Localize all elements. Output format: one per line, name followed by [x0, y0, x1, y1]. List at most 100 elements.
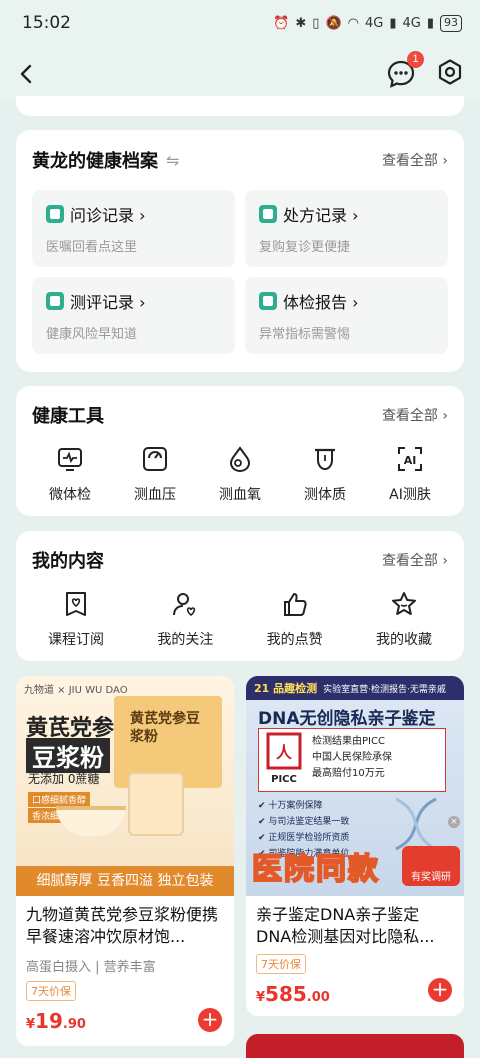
soy-bowl-image [56, 806, 126, 836]
tool-ai-skin[interactable]: AI AI测肤 [370, 444, 450, 504]
prescription-record-title: 处方记录 › [283, 206, 359, 225]
content-label: 我的关注 [157, 632, 214, 648]
product-feed: 九物道 × JIU WU DAO 黄芪党参豆浆粉 黄芪党参 豆浆粉 无添加 0蔗… [16, 676, 464, 1046]
price-protect-badge: 7天价保 [26, 981, 76, 1001]
settings-hexagon-icon [438, 59, 462, 85]
tool-label: AI测肤 [389, 487, 431, 503]
close-icon[interactable]: × [448, 816, 460, 828]
price-protect-badge: 7天价保 [256, 954, 306, 974]
product-name[interactable]: 九物道黄芪党参豆浆粉便携早餐速溶冲饮原材饱... [26, 904, 224, 948]
content-my-favorites[interactable]: 我的收藏 [354, 589, 454, 649]
price-symbol: ¥ [26, 1017, 36, 1032]
consult-record-item[interactable]: 问诊记录 › 医嘱回看点这里 [32, 190, 235, 267]
product-brand: 九物道 × JIU WU DAO [24, 684, 128, 696]
tongue-icon [310, 444, 340, 474]
settings-button[interactable] [436, 58, 464, 90]
checkup-report-item[interactable]: 体检报告 › 异常指标需警惕 [245, 277, 448, 354]
product-image[interactable]: 21 品趣检测 实验室直营·检测报告·无需亲戚 DNA无创隐私亲子鉴定 人 PIC… [246, 676, 464, 896]
prescription-icon [259, 205, 277, 223]
product-price: ¥ 585 .00 [256, 982, 454, 1006]
banner-headline: DNA无创隐私亲子鉴定 [258, 709, 436, 729]
banner-bullet: ✔ 与司法鉴定结果一致 [258, 817, 350, 827]
svg-text:AI: AI [404, 454, 417, 467]
banner-features: 细腻醇厚 豆香四溢 独立包装 [16, 866, 234, 896]
product-card[interactable]: 21 品趣检测 实验室直营·检测报告·无需亲戚 DNA无创隐私亲子鉴定 人 PIC… [246, 676, 464, 1016]
consult-record-title: 问诊记录 › [70, 206, 146, 225]
my-content-title: 我的内容 [32, 551, 104, 572]
message-button[interactable]: 1 [386, 51, 424, 89]
picc-logo-icon: 人 PICC [266, 732, 302, 785]
assessment-record-item[interactable]: 测评记录 › 健康风险早知道 [32, 277, 235, 354]
banner-extra: 实验室直营·检测报告·无需亲戚 [323, 684, 446, 695]
svg-text:人: 人 [276, 743, 293, 762]
thumbs-up-icon [280, 589, 310, 619]
banner-logo: 21 品趣检测 [254, 682, 318, 695]
soy-cup-image [128, 772, 184, 836]
tool-constitution[interactable]: 测体质 [285, 444, 365, 504]
health-record-more-link[interactable]: 查看全部 › [382, 150, 448, 170]
navbar: 1 [0, 46, 480, 102]
blood-oxygen-icon [225, 444, 255, 474]
status-bar: 15:02 ⏰ ✱ ▯ 🔕 ◠ 4G ▮ 4G ▮ 93 [0, 0, 480, 46]
dna-helix-icon [395, 797, 437, 851]
insurance-line: 检测结果由PICC [312, 736, 385, 747]
status-time: 15:02 [22, 13, 71, 33]
health-tools-more-link[interactable]: 查看全部 › [382, 405, 448, 425]
message-badge: 1 [407, 51, 424, 68]
health-record-title: 黄龙的健康档案 [32, 151, 158, 172]
checkup-icon [259, 292, 277, 310]
product-price: ¥ 19 .90 [26, 1009, 224, 1033]
add-to-cart-button[interactable]: + [198, 1008, 222, 1032]
banner-bullet: ✔ 十万案例保障 [258, 801, 323, 811]
doctor-icon [46, 205, 64, 223]
vibrate-icon: ▯ [312, 15, 320, 31]
prescription-record-subtitle: 复购复诊更便捷 [259, 240, 351, 255]
wifi-icon: ◠ [347, 15, 359, 31]
health-tools-title: 健康工具 [32, 406, 104, 427]
survey-prize-button[interactable]: 有奖调研 [402, 846, 460, 886]
content-my-likes[interactable]: 我的点赞 [245, 589, 345, 649]
my-content-more-link[interactable]: 查看全部 › [382, 550, 448, 570]
tool-label: 微体检 [49, 487, 91, 503]
banner-headline-highlight: 豆浆粉 [26, 738, 110, 773]
tool-blood-oxygen[interactable]: 测血氧 [200, 444, 280, 504]
price-decimal: .90 [62, 1017, 86, 1032]
price-decimal: .00 [306, 990, 330, 1005]
prescription-record-item[interactable]: 处方记录 › 复购复诊更便捷 [245, 190, 448, 267]
blood-pressure-icon [140, 444, 170, 474]
back-button[interactable] [16, 56, 52, 92]
insurance-lines: 检测结果由PICC 中国人民保险承保 最高赔付10万元 [312, 734, 392, 782]
tool-micro-checkup[interactable]: 微体检 [30, 444, 110, 504]
my-content-card: 我的内容 查看全部 › 课程订阅 我的关注 我的点赞 我的收藏 [16, 531, 464, 661]
content-my-follows[interactable]: 我的关注 [135, 589, 235, 649]
signal-bars-icon: ▮ [389, 15, 397, 31]
product-image[interactable]: 九物道 × JIU WU DAO 黄芪党参豆浆粉 黄芪党参 豆浆粉 无添加 0蔗… [16, 676, 234, 896]
chevron-left-icon [20, 64, 32, 84]
signal-4g-1: 4G [364, 15, 384, 31]
price-integer: 585 [265, 982, 307, 1006]
ai-scan-icon: AI [395, 444, 425, 474]
product-card[interactable]: 九物道 × JIU WU DAO 黄芪党参豆浆粉 黄芪党参 豆浆粉 无添加 0蔗… [16, 676, 234, 1046]
content-course-subscription[interactable]: 课程订阅 [26, 589, 126, 649]
health-tools-card: 健康工具 查看全部 › 微体检 测血压 测血氧 测体质 AI AI测肤 [16, 386, 464, 516]
next-product-card-top[interactable] [246, 1034, 464, 1058]
star-icon [389, 589, 419, 619]
monitor-pulse-icon [55, 444, 85, 474]
product-name[interactable]: 亲子鉴定DNA亲子鉴定DNA检测基因对比隐私... [256, 904, 454, 948]
status-icons: ⏰ ✱ ▯ 🔕 ◠ 4G ▮ 4G ▮ 93 [273, 14, 462, 32]
checkup-report-subtitle: 异常指标需警惕 [259, 327, 351, 342]
product-tags: 高蛋白摄入 | 营养丰富 [26, 960, 156, 975]
price-integer: 19 [35, 1009, 63, 1033]
product-box-text: 黄芪党参豆浆粉 [130, 711, 200, 745]
add-to-cart-button[interactable]: + [428, 978, 452, 1002]
swap-icon[interactable]: ⇋ [166, 151, 179, 170]
course-heart-icon [61, 589, 91, 619]
tool-label: 测血氧 [219, 487, 261, 503]
banner-chip: 口感细腻香醇 [28, 792, 91, 807]
signal-bars-icon: ▮ [426, 15, 434, 31]
tool-label: 测血压 [134, 487, 176, 503]
assessment-record-subtitle: 健康风险早知道 [46, 327, 138, 342]
tool-blood-pressure[interactable]: 测血压 [115, 444, 195, 504]
health-record-card: 黄龙的健康档案 ⇋ 查看全部 › 问诊记录 › 医嘱回看点这里 处方记录 › 复… [16, 130, 464, 372]
assessment-icon [46, 292, 64, 310]
